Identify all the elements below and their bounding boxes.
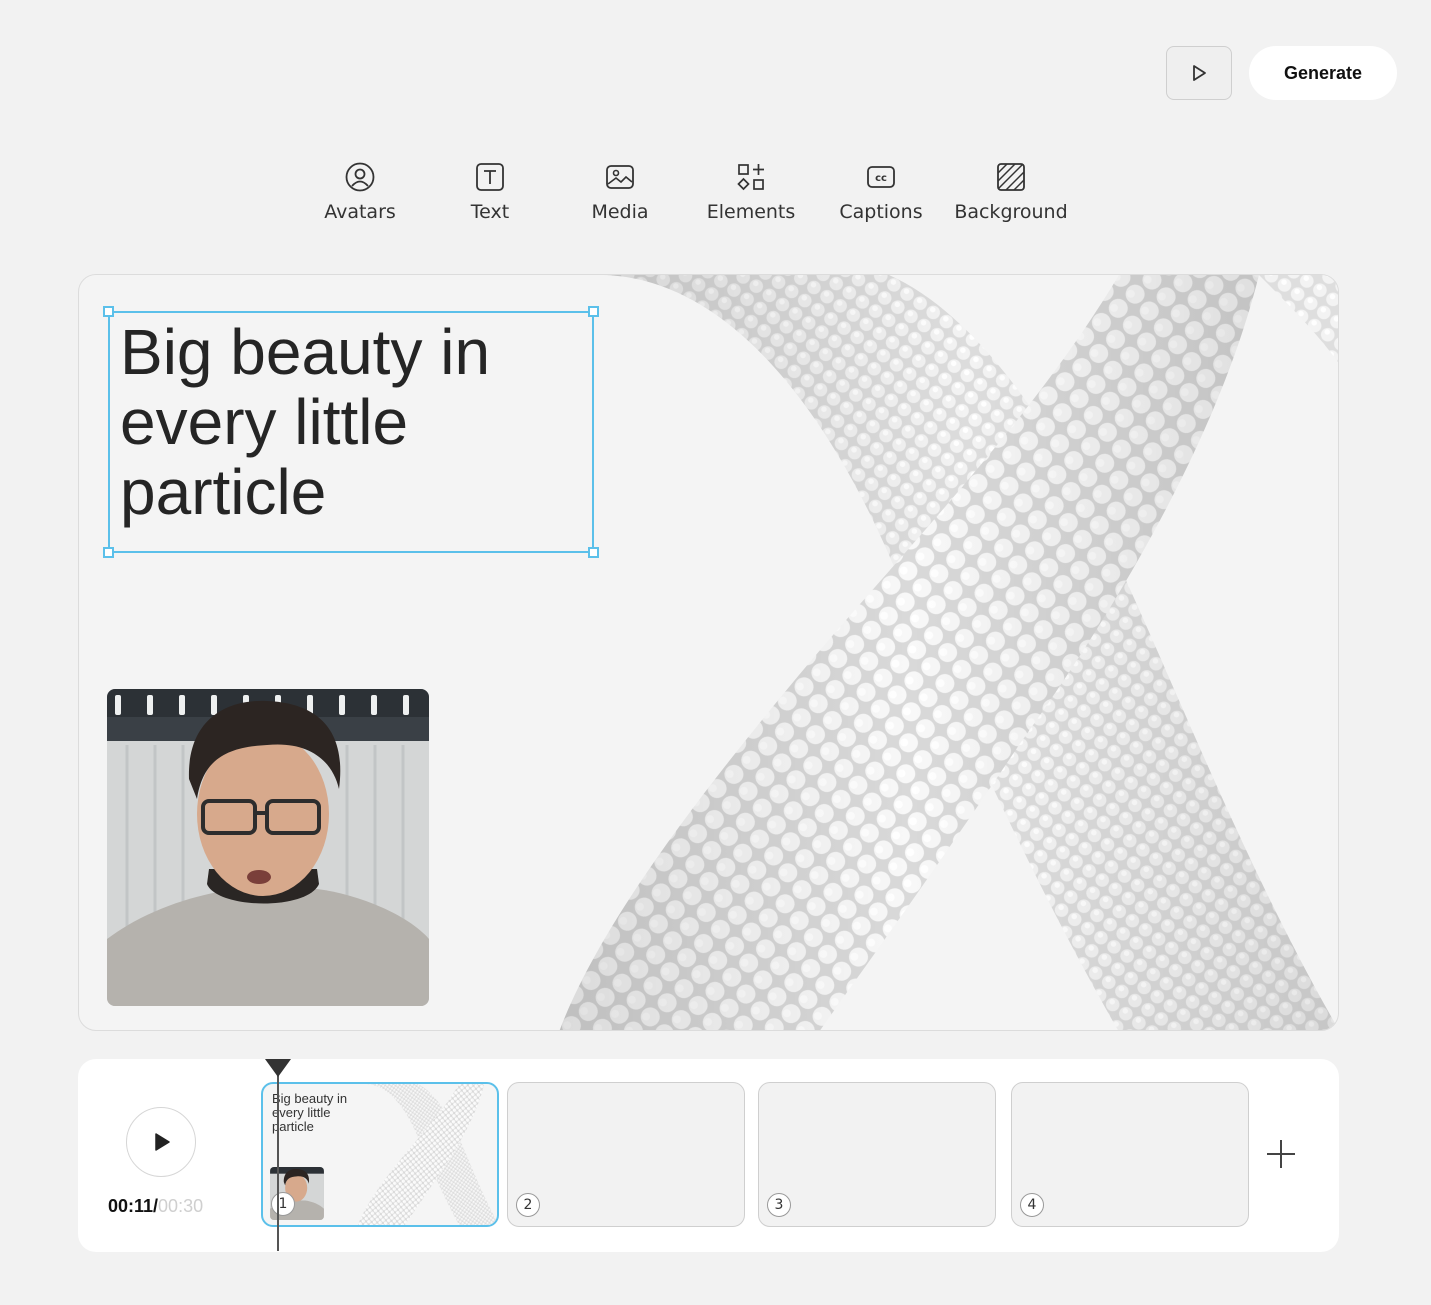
avatar-icon — [342, 158, 378, 196]
tool-label: Avatars — [324, 201, 396, 223]
current-time: 00:11/ — [108, 1196, 159, 1216]
scene-thumbnail-2[interactable]: 2 — [507, 1082, 745, 1227]
insert-toolbar: Avatars Text Media Elements cc Captions … — [0, 158, 1431, 238]
preview-button[interactable] — [1166, 46, 1232, 100]
resize-handle-top-left[interactable] — [103, 306, 114, 317]
scene-timeline: 00:11/00:30 Big beauty in every little p… — [78, 1059, 1339, 1252]
scene-number-badge: 4 — [1020, 1193, 1044, 1217]
scene-number-badge: 3 — [767, 1193, 791, 1217]
add-scene-button[interactable] — [1264, 1137, 1298, 1171]
play-icon — [155, 1133, 170, 1151]
playhead-handle[interactable] — [265, 1059, 291, 1077]
tool-label: Text — [470, 201, 510, 223]
captions-icon: cc — [863, 158, 899, 196]
scene-canvas[interactable]: Big beauty in every little particle — [78, 274, 1339, 1031]
background-pattern-icon — [993, 158, 1029, 196]
scene-number-badge: 1 — [271, 1192, 295, 1216]
tool-label: Captions — [839, 201, 923, 223]
thumb-headline: Big beauty in every little particle — [272, 1091, 348, 1134]
total-time: 00:30 — [158, 1196, 204, 1216]
video-editor: Generate Avatars Text Media Elements cc … — [0, 0, 1431, 1305]
resize-handle-bottom-left[interactable] — [103, 547, 114, 558]
tool-label: Elements — [706, 201, 796, 223]
tool-label: Media — [591, 201, 649, 223]
shapes-icon — [733, 158, 769, 196]
particle-helix-background — [559, 275, 1338, 1030]
generate-button[interactable]: Generate — [1249, 46, 1397, 100]
resize-handle-bottom-right[interactable] — [588, 547, 599, 558]
tool-text[interactable]: Text — [425, 158, 555, 230]
tool-elements[interactable]: Elements — [686, 158, 816, 230]
headline-textbox[interactable]: Big beauty in every little particle — [103, 306, 599, 558]
scene-number-badge: 2 — [516, 1193, 540, 1217]
headline-text[interactable]: Big beauty in every little particle — [120, 317, 584, 527]
scene-thumbnail-3[interactable]: 3 — [758, 1082, 996, 1227]
play-button[interactable] — [126, 1107, 196, 1177]
resize-handle-top-right[interactable] — [588, 306, 599, 317]
avatar-video[interactable] — [107, 689, 429, 1006]
play-outline-icon — [1193, 65, 1206, 81]
playhead-line — [277, 1071, 279, 1251]
tool-media[interactable]: Media — [555, 158, 685, 230]
tool-label: Background — [954, 201, 1068, 223]
plus-icon — [1267, 1140, 1295, 1168]
avatar-person-image — [107, 689, 429, 1006]
scene-thumbnail-4[interactable]: 4 — [1011, 1082, 1249, 1227]
scene-thumbnail-1[interactable]: Big beauty in every little particle 1 — [261, 1082, 499, 1227]
svg-text:cc: cc — [875, 173, 887, 184]
tool-avatars[interactable]: Avatars — [295, 158, 425, 230]
thumb-helix-image — [358, 1084, 497, 1225]
tool-captions[interactable]: cc Captions — [816, 158, 946, 230]
image-icon — [602, 158, 638, 196]
timecode: 00:11/00:30 — [108, 1196, 203, 1217]
text-icon — [472, 158, 508, 196]
tool-background[interactable]: Background — [946, 158, 1076, 230]
